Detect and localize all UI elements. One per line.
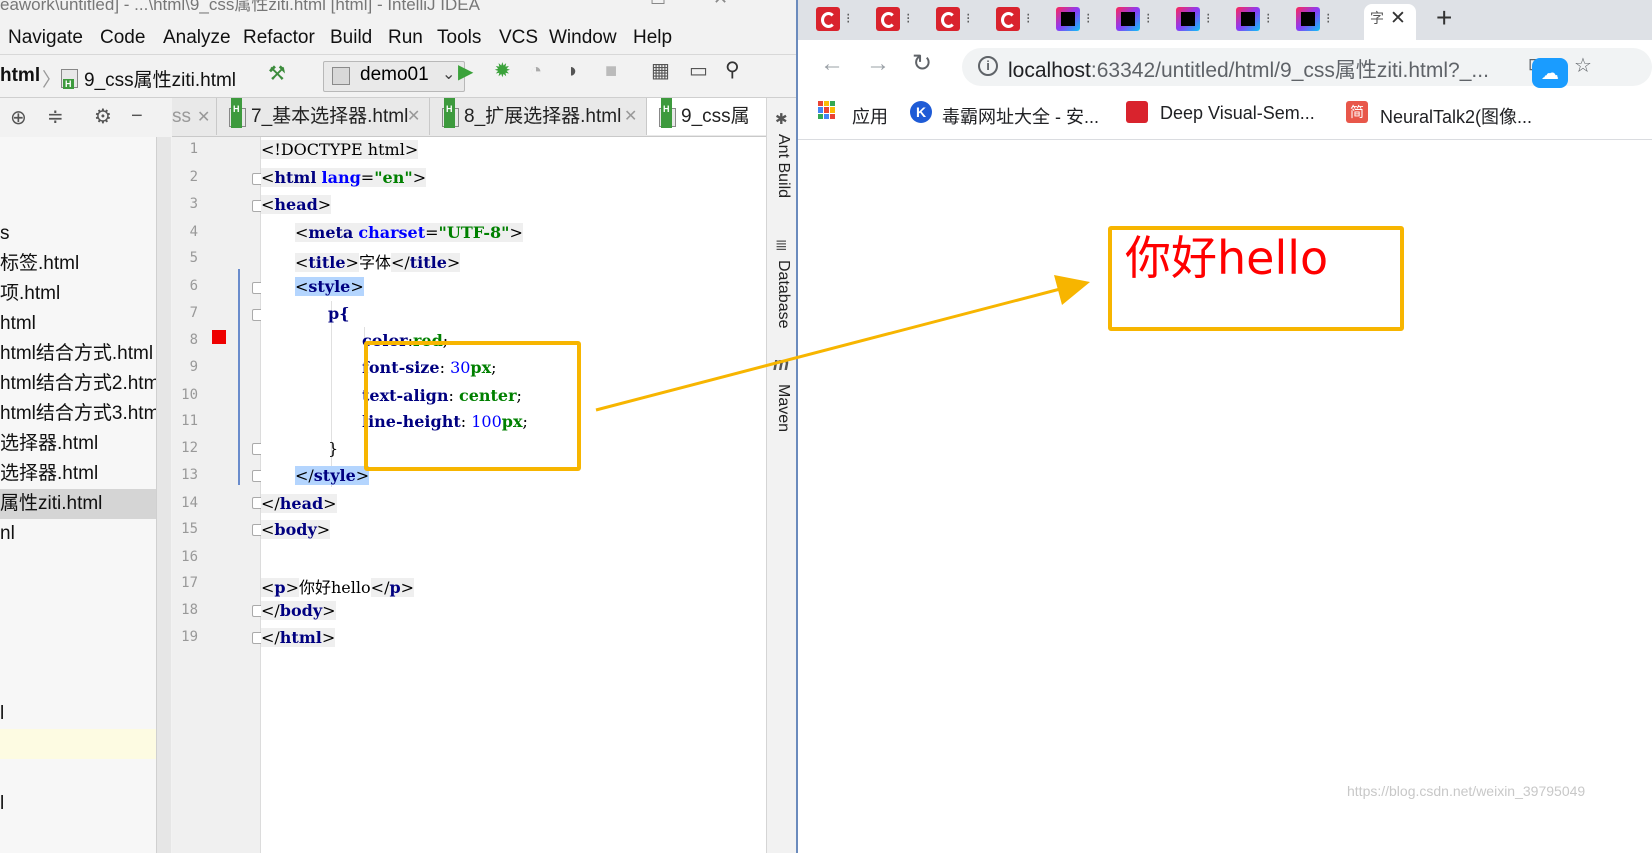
arrow-head: [1054, 275, 1090, 305]
arrow-shaft: [595, 286, 1065, 412]
watermark: https://blog.csdn.net/weixin_39795049: [1347, 783, 1586, 799]
annotation-arrow: [595, 275, 1090, 412]
